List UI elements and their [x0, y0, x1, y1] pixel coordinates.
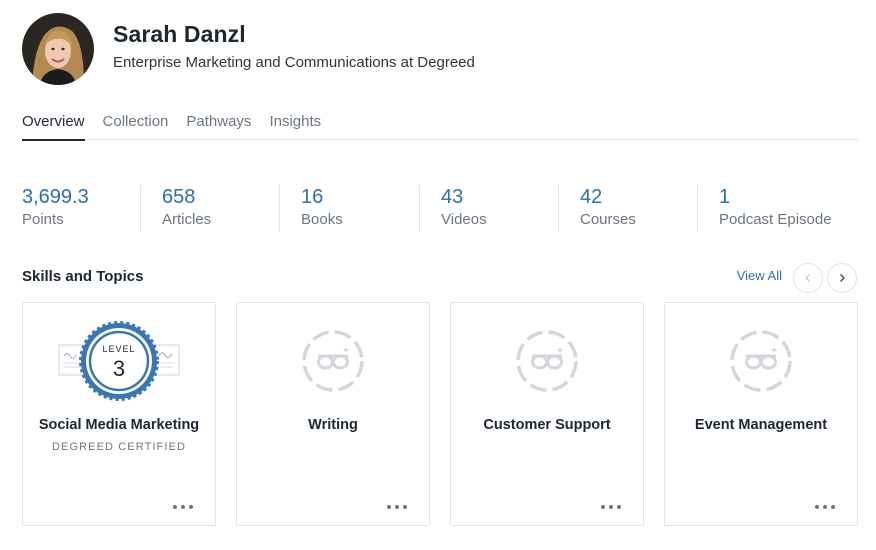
- carousel-next-button[interactable]: [827, 263, 857, 293]
- stat-courses[interactable]: 42 Courses: [558, 185, 697, 232]
- skills-title: Skills and Topics: [22, 268, 144, 285]
- stat-podcast-episodes[interactable]: 1 Podcast Episode: [697, 185, 858, 232]
- skill-title: Writing: [308, 417, 358, 433]
- carousel-prev-button[interactable]: [793, 263, 823, 293]
- stat-value: 3,699.3: [22, 186, 89, 208]
- stat-value: 16: [301, 186, 324, 208]
- stat-label: Videos: [441, 211, 487, 228]
- tab-overview[interactable]: Overview: [22, 113, 85, 141]
- more-options-button[interactable]: [387, 503, 407, 511]
- stat-value: 43: [441, 186, 464, 208]
- skill-card-event-management[interactable]: Event Management: [664, 302, 858, 526]
- stats-bar: 3,699.3 Points 658 Articles 16 Books 43 …: [22, 185, 858, 232]
- skill-title: Event Management: [694, 417, 828, 433]
- skill-card-social-media-marketing[interactable]: LEVEL 3 Social Media Marketing DEGREED C…: [22, 302, 216, 526]
- stat-value: 1: [719, 186, 731, 208]
- glasses-placeholder-icon: [237, 319, 429, 403]
- more-options-button[interactable]: [815, 503, 835, 511]
- stat-books[interactable]: 16 Books: [279, 185, 419, 232]
- tab-collection[interactable]: Collection: [103, 113, 169, 140]
- tab-insights[interactable]: Insights: [269, 113, 321, 140]
- level-certified-badge: LEVEL 3: [23, 319, 215, 403]
- stat-label: Articles: [162, 211, 212, 228]
- view-all-link[interactable]: View All: [737, 268, 782, 283]
- more-options-button[interactable]: [601, 503, 621, 511]
- stat-value: 42: [580, 186, 603, 208]
- chevron-left-icon: [804, 273, 811, 283]
- profile-header: Sarah Danzl Enterprise Marketing and Com…: [22, 13, 475, 85]
- stat-videos[interactable]: 43 Videos: [419, 185, 558, 232]
- stat-value: 658: [162, 186, 196, 208]
- skill-title: Customer Support: [483, 417, 611, 433]
- tab-pathways[interactable]: Pathways: [186, 113, 251, 140]
- skill-title: Social Media Marketing: [38, 417, 200, 433]
- stat-label: Podcast Episode: [719, 211, 832, 228]
- skills-cards: LEVEL 3 Social Media Marketing DEGREED C…: [22, 302, 858, 526]
- badge-level-label: LEVEL: [102, 344, 135, 354]
- profile-name: Sarah Danzl: [113, 21, 246, 47]
- glasses-placeholder-icon: [451, 319, 643, 403]
- skill-card-writing[interactable]: Writing: [236, 302, 430, 526]
- profile-tabs: Overview Collection Pathways Insights: [22, 113, 858, 141]
- badge-level-number: 3: [113, 356, 125, 381]
- glasses-placeholder-icon: [665, 319, 857, 403]
- chevron-right-icon: [839, 273, 846, 283]
- stat-points[interactable]: 3,699.3 Points: [22, 185, 140, 232]
- stat-articles[interactable]: 658 Articles: [140, 185, 279, 232]
- skills-header: Skills and Topics View All: [22, 263, 858, 293]
- more-options-button[interactable]: [173, 503, 193, 511]
- skill-subtitle: DEGREED CERTIFIED: [51, 441, 186, 453]
- skill-card-customer-support[interactable]: Customer Support: [450, 302, 644, 526]
- stat-label: Points: [22, 211, 64, 228]
- stat-label: Books: [301, 211, 343, 228]
- stat-label: Courses: [580, 211, 636, 228]
- profile-headline: Enterprise Marketing and Communications …: [113, 54, 475, 71]
- avatar[interactable]: [22, 13, 94, 85]
